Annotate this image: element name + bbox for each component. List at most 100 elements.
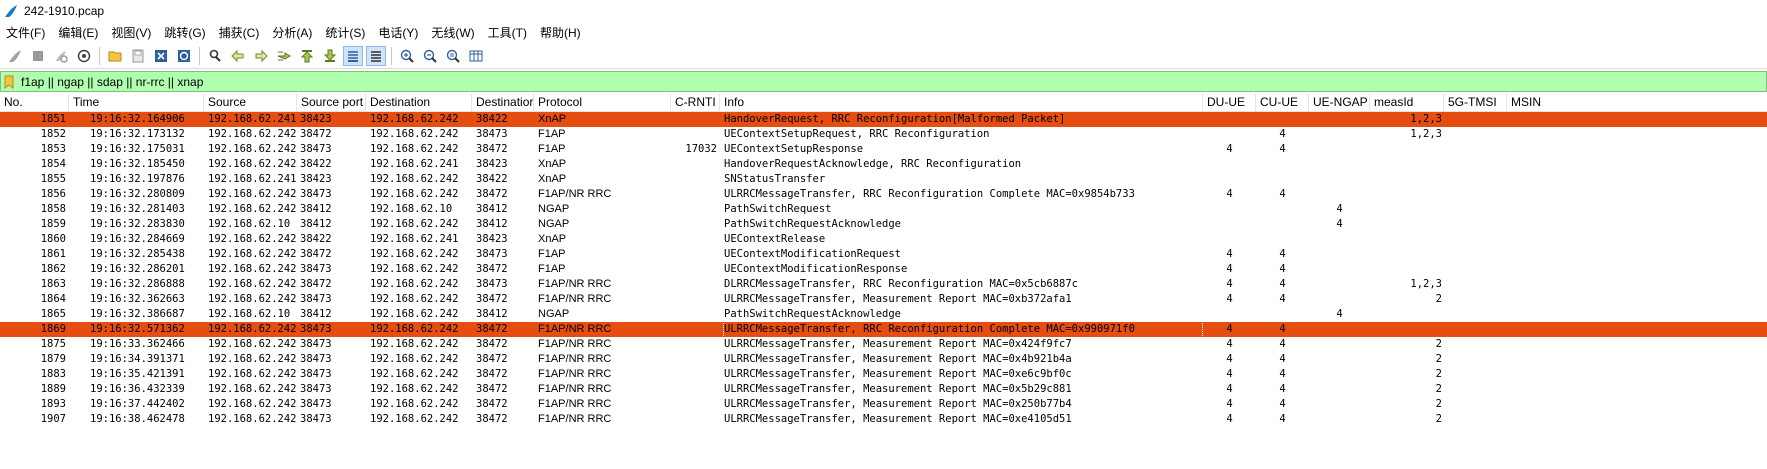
- cell-destination-port: 38412: [476, 203, 508, 215]
- start-capture-icon[interactable]: [5, 46, 25, 66]
- cell-time: 19:16:32.286201: [90, 263, 185, 275]
- colorize-icon[interactable]: [366, 45, 386, 66]
- cell-protocol: F1AP/NR RRC: [538, 278, 612, 290]
- menu-view[interactable]: 视图(V): [111, 24, 151, 41]
- menu-go[interactable]: 跳转(G): [164, 24, 205, 41]
- packet-row[interactable]: 1856 19:16:32.280809 192.168.62.242 38473 19…: [0, 187, 1767, 202]
- column-header-5g-tmsi[interactable]: 5G-TMSI: [1444, 94, 1507, 112]
- packet-row[interactable]: 1864 19:16:32.362663 192.168.62.242 38473 19…: [0, 292, 1767, 307]
- open-file-icon[interactable]: [105, 46, 125, 66]
- column-header-source-port[interactable]: Source port: [297, 94, 366, 112]
- reload-file-icon[interactable]: [174, 46, 194, 66]
- find-packet-icon[interactable]: [205, 46, 225, 66]
- cell-destination: 192.168.62.10: [370, 203, 453, 215]
- cell-c-rnti: [671, 187, 717, 202]
- close-file-icon[interactable]: [151, 46, 171, 66]
- autoscroll-icon[interactable]: [343, 45, 363, 66]
- packet-row[interactable]: 1879 19:16:34.391371 192.168.62.242 38473 19…: [0, 352, 1767, 367]
- column-header-no[interactable]: No.: [0, 94, 69, 112]
- cell-destination-port: 38422: [476, 113, 508, 125]
- column-header-msin[interactable]: MSIN: [1507, 94, 1767, 112]
- menu-help[interactable]: 帮助(H): [540, 24, 581, 41]
- packet-row[interactable]: 1869 19:16:32.571362 192.168.62.242 38473 19…: [0, 321, 1767, 338]
- cell-cu-ue: [1256, 307, 1309, 322]
- capture-options-icon[interactable]: [74, 46, 94, 66]
- normal-size-icon[interactable]: [443, 46, 463, 66]
- cell-c-rnti: [671, 262, 717, 277]
- packet-row[interactable]: 1863 19:16:32.286888 192.168.62.242 38472 19…: [0, 277, 1767, 292]
- cell-du-ue: [1203, 127, 1256, 142]
- zoom-out-icon[interactable]: [420, 46, 440, 66]
- bookmark-icon[interactable]: [1, 72, 17, 91]
- cell-source-port: 38423: [300, 173, 332, 185]
- packet-row[interactable]: 1861 19:16:32.285438 192.168.62.242 38472 19…: [0, 247, 1767, 262]
- save-file-icon[interactable]: [128, 46, 148, 66]
- packet-row[interactable]: 1875 19:16:33.362466 192.168.62.242 38473 19…: [0, 337, 1767, 352]
- menu-tools[interactable]: 工具(T): [488, 24, 527, 41]
- packet-row[interactable]: 1889 19:16:36.432339 192.168.62.242 38473 19…: [0, 382, 1767, 397]
- cell-source-port: 38473: [300, 353, 332, 365]
- cell-ue-ngap: [1309, 187, 1370, 202]
- packet-row[interactable]: 1852 19:16:32.173132 192.168.62.242 38472 19…: [0, 127, 1767, 142]
- packet-row[interactable]: 1854 19:16:32.185450 192.168.62.242 38422 19…: [0, 157, 1767, 172]
- packet-row[interactable]: 1853 19:16:32.175031 192.168.62.242 38473 19…: [0, 142, 1767, 157]
- column-header-cu-ue[interactable]: CU-UE: [1256, 94, 1309, 112]
- display-filter-input[interactable]: [17, 72, 1717, 91]
- go-to-packet-icon[interactable]: [274, 46, 294, 66]
- cell-cu-ue: [1256, 232, 1309, 247]
- go-back-icon[interactable]: [228, 46, 248, 66]
- cell-measid: 2: [1435, 413, 1442, 425]
- cell-info: ULRRCMessageTransfer, Measurement Report…: [724, 338, 1072, 350]
- packet-row[interactable]: 1851 19:16:32.164906 192.168.62.241 38423 19…: [0, 112, 1767, 127]
- cell-measid: [1370, 202, 1442, 217]
- zoom-in-icon[interactable]: [397, 46, 417, 66]
- packet-row[interactable]: 1907 19:16:38.462478 192.168.62.242 38473 19…: [0, 412, 1767, 427]
- cell-info: ULRRCMessageTransfer, RRC Reconfiguratio…: [723, 321, 1203, 338]
- column-header-info[interactable]: Info: [720, 94, 1203, 112]
- menu-statistics[interactable]: 统计(S): [325, 24, 365, 41]
- packet-row[interactable]: 1858 19:16:32.281403 192.168.62.242 38412 19…: [0, 202, 1767, 217]
- cell-du-ue: 4: [1226, 278, 1233, 290]
- cell-cu-ue: [1256, 202, 1309, 217]
- menu-wireless[interactable]: 无线(W): [431, 24, 474, 41]
- cell-ue-ngap: [1309, 142, 1370, 157]
- packet-row[interactable]: 1865 19:16:32.386687 192.168.62.10 38412 192…: [0, 307, 1767, 322]
- cell-ue-ngap: [1309, 172, 1370, 187]
- column-header-source[interactable]: Source: [204, 94, 297, 112]
- resize-columns-icon[interactable]: [466, 46, 486, 66]
- cell-destination: 192.168.62.242: [370, 338, 459, 350]
- cell-measid: [1370, 307, 1442, 322]
- packet-row[interactable]: 1855 19:16:32.197876 192.168.62.241 38423 19…: [0, 172, 1767, 187]
- menu-edit[interactable]: 编辑(E): [58, 24, 98, 41]
- packet-row[interactable]: 1860 19:16:32.284669 192.168.62.242 38422 19…: [0, 232, 1767, 247]
- go-last-packet-icon[interactable]: [320, 46, 340, 66]
- column-header-destination-port[interactable]: Destinatior: [472, 94, 534, 112]
- column-header-destination[interactable]: Destination: [366, 94, 472, 112]
- packet-list[interactable]: No. Time ^ Source Source port Destinatio…: [0, 94, 1767, 469]
- restart-capture-icon[interactable]: [51, 46, 71, 66]
- column-header-time[interactable]: Time: [69, 94, 204, 112]
- packet-row[interactable]: 1893 19:16:37.442402 192.168.62.242 38473 19…: [0, 397, 1767, 412]
- go-forward-icon[interactable]: [251, 46, 271, 66]
- column-header-measid[interactable]: measId: [1370, 94, 1444, 112]
- cell-protocol: NGAP: [538, 218, 570, 230]
- column-header-du-ue[interactable]: DU-UE: [1203, 94, 1256, 112]
- cell-ue-ngap: [1309, 382, 1370, 397]
- packet-row[interactable]: 1883 19:16:35.421391 192.168.62.242 38473 19…: [0, 367, 1767, 382]
- packet-row[interactable]: 1862 19:16:32.286201 192.168.62.242 38473 19…: [0, 262, 1767, 277]
- packet-row[interactable]: 1859 19:16:32.283830 192.168.62.10 38412 192…: [0, 217, 1767, 232]
- cell-du-ue: [1203, 157, 1256, 172]
- column-header-protocol[interactable]: Protocol: [534, 94, 671, 112]
- menu-file[interactable]: 文件(F): [6, 24, 45, 41]
- column-header-c-rnti[interactable]: C-RNTI: [671, 94, 720, 112]
- menu-analyze[interactable]: 分析(A): [272, 24, 312, 41]
- column-header-ue-ngap[interactable]: UE-NGAP: [1309, 94, 1370, 112]
- cell-cu-ue: 4: [1279, 128, 1286, 140]
- menu-capture[interactable]: 捕获(C): [219, 24, 260, 41]
- cell-source-port: 38473: [300, 338, 332, 350]
- go-first-packet-icon[interactable]: [297, 46, 317, 66]
- stop-capture-icon[interactable]: [28, 46, 48, 66]
- cell-cu-ue: 4: [1279, 143, 1286, 155]
- menu-telephony[interactable]: 电话(Y): [378, 24, 418, 41]
- cell-time: 19:16:32.185450: [90, 158, 185, 170]
